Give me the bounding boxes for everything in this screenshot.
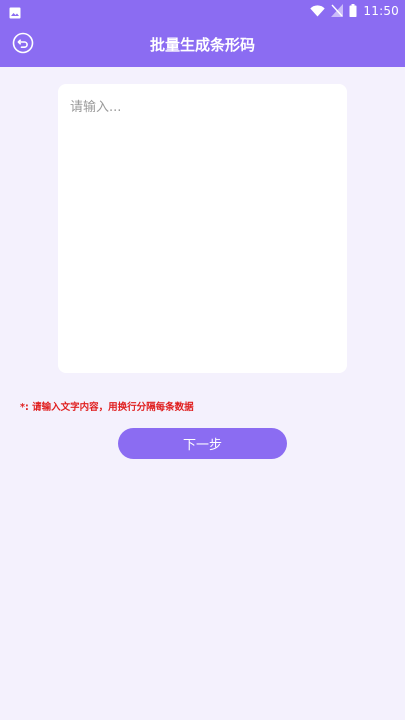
batch-text-input[interactable] <box>58 84 347 373</box>
next-step-button[interactable]: 下一步 <box>118 428 287 459</box>
status-icons: 11:50 <box>310 2 399 20</box>
no-signal-icon <box>331 2 344 21</box>
status-time: 11:50 <box>363 4 399 18</box>
toolbar: 批量生成条形码 <box>0 22 405 67</box>
page-title: 批量生成条形码 <box>149 36 255 54</box>
header: 11:50 批量生成条形码 <box>0 0 405 67</box>
app-root: 11:50 批量生成条形码 *: 请输入文字内容，用换行分隔每条数据 下一步 <box>0 0 405 720</box>
status-bar: 11:50 <box>0 0 405 22</box>
battery-icon <box>349 2 357 21</box>
image-icon <box>9 4 21 19</box>
input-hint: *: 请输入文字内容，用换行分隔每条数据 <box>20 402 194 413</box>
wifi-icon <box>310 2 326 21</box>
input-card <box>58 84 347 373</box>
